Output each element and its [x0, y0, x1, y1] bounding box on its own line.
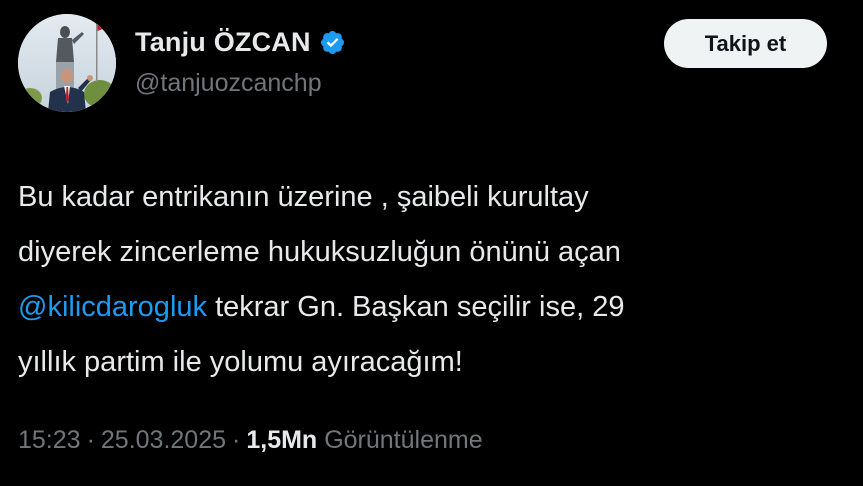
tweet-meta: 15:23 · 25.03.2025 · 1,5Mn Görüntülenme — [18, 426, 483, 455]
avatar[interactable] — [18, 14, 116, 112]
tweet-time[interactable]: 15:23 — [18, 426, 81, 455]
tweet-date[interactable]: 25.03.2025 — [101, 426, 226, 455]
tweet-line: yıllık partim ile yolumu ayıracağım! — [18, 346, 463, 378]
meta-separator: · — [86, 426, 95, 454]
author-display-name[interactable]: Tanju ÖZCAN — [135, 27, 311, 58]
verified-badge-icon[interactable] — [319, 29, 346, 56]
views-count[interactable]: 1,5Mn — [246, 426, 317, 455]
tweet-line-text: tekrar Gn. Başkan seçilir ise, 29 — [207, 291, 625, 323]
mention-link[interactable]: @kilicdarogluk — [18, 291, 207, 323]
meta-separator: · — [232, 426, 241, 454]
views-label: Görüntülenme — [324, 426, 483, 454]
tweet-text: Bu kadar entrikanın üzerine , şaibeli ku… — [18, 170, 848, 390]
follow-button[interactable]: Takip et — [664, 19, 827, 68]
tweet-line: Bu kadar entrikanın üzerine , şaibeli ku… — [18, 181, 589, 213]
tweet-line: @kilicdarogluk tekrar Gn. Başkan seçilir… — [18, 280, 848, 335]
avatar-image — [18, 14, 116, 112]
author-name-row: Tanju ÖZCAN — [135, 25, 346, 59]
author-handle[interactable]: @tanjuozcanchp — [135, 69, 322, 98]
tweet-line: diyerek zincerleme hukuksuzluğun önünü a… — [18, 236, 621, 268]
